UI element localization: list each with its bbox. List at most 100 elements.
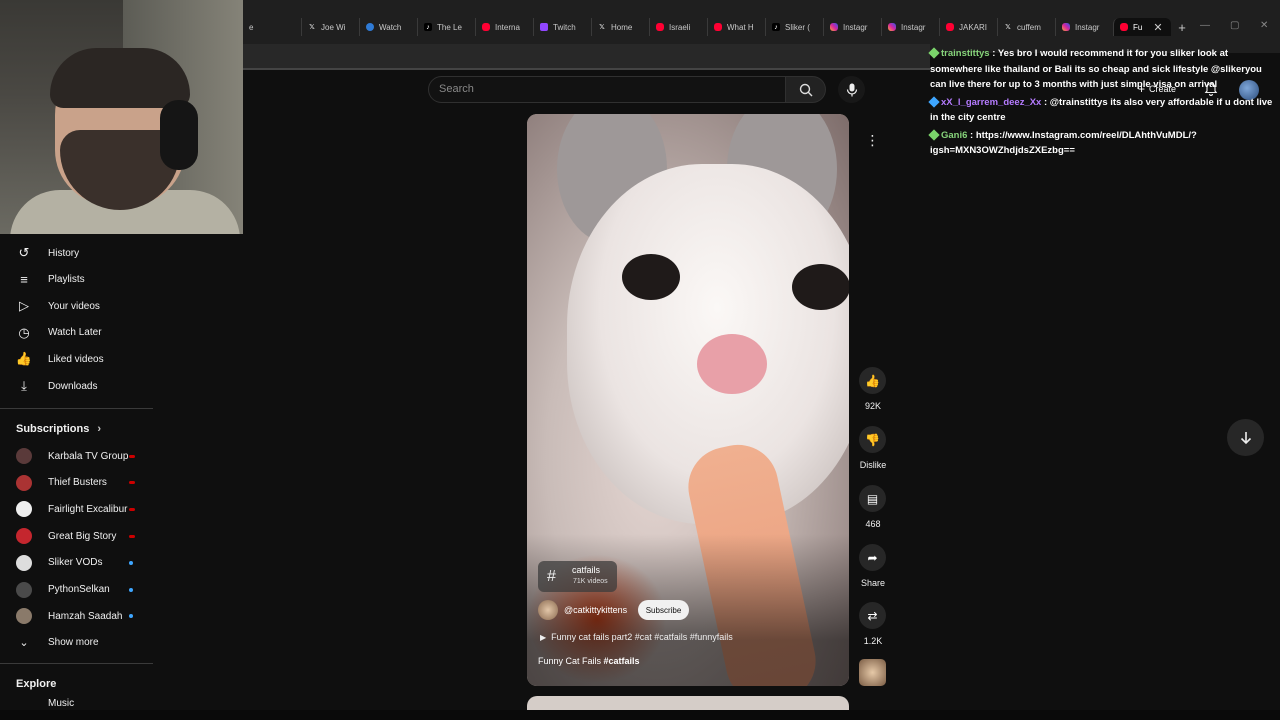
search-icon bbox=[799, 83, 812, 96]
tab-label: Joe Wi bbox=[321, 22, 346, 32]
browser-tab[interactable]: 𝕏 Joe Wi bbox=[301, 18, 359, 36]
new-content-dot bbox=[129, 587, 133, 592]
chevron-right-icon: › bbox=[97, 423, 102, 435]
shorts-video-player[interactable] bbox=[527, 114, 849, 686]
yt-favicon-icon bbox=[714, 23, 722, 31]
tab-label: Instagr bbox=[1075, 22, 1100, 32]
more-vert-icon: ⋮ bbox=[865, 132, 880, 148]
address-bar[interactable] bbox=[243, 44, 930, 70]
live-indicator bbox=[129, 454, 135, 458]
new-tab-button[interactable]: + bbox=[1171, 18, 1193, 36]
yt-favicon-icon bbox=[1120, 23, 1128, 31]
share-button[interactable]: ➦ bbox=[859, 544, 886, 571]
new-content-dot bbox=[129, 560, 133, 565]
browser-tab[interactable]: 𝕏 Home bbox=[591, 18, 649, 36]
tab-label: Instagr bbox=[843, 22, 868, 32]
minimize-icon[interactable]: — bbox=[1200, 20, 1210, 31]
subscribe-button[interactable]: Subscribe bbox=[638, 600, 689, 620]
hashtag-name: catfails bbox=[572, 565, 601, 575]
next-video-button[interactable] bbox=[1227, 419, 1264, 456]
browser-tab[interactable]: Instagr bbox=[1055, 18, 1113, 36]
more-options-button[interactable]: ⋮ bbox=[859, 127, 886, 154]
live-indicator bbox=[129, 507, 135, 511]
sidebar-item-history[interactable]: ↺ History bbox=[0, 240, 153, 266]
next-short-preview[interactable] bbox=[527, 696, 849, 710]
hashtag-icon: # bbox=[547, 568, 556, 585]
channel-name[interactable]: @catkittykittens bbox=[564, 605, 627, 615]
new-content-dot bbox=[129, 614, 133, 619]
browser-tab[interactable]: e bbox=[243, 18, 301, 36]
browser-tab[interactable]: Twitch bbox=[533, 18, 591, 36]
browser-tab[interactable]: JAKARI bbox=[939, 18, 997, 36]
sidebar-item-watch-later[interactable]: ◷ Watch Later bbox=[0, 320, 153, 346]
tab-label: Instagr bbox=[901, 22, 926, 32]
close-tab-icon[interactable]: ✕ bbox=[1153, 21, 1162, 34]
like-button[interactable]: 👍 bbox=[859, 367, 886, 394]
sidebar-item-downloads[interactable]: ⤓ Downloads bbox=[0, 373, 153, 399]
channel-avatar bbox=[16, 581, 32, 598]
subscription-item[interactable]: PythonSelkan bbox=[0, 577, 153, 603]
history-icon: ↺ bbox=[18, 245, 30, 260]
dislike-button[interactable]: 👎 bbox=[859, 426, 886, 453]
sidebar-item-your-videos[interactable]: ▷ Your videos bbox=[0, 293, 153, 319]
x-favicon-icon: 𝕏 bbox=[599, 24, 605, 31]
tab-label: Sliker ( bbox=[785, 22, 810, 32]
chat-badge-icon bbox=[928, 47, 940, 59]
chat-username: Gani6 bbox=[941, 129, 968, 141]
chat-message: xX_l_garrem_deez_Xx : @trainstittys its … bbox=[928, 95, 1280, 126]
tab-label: What H bbox=[727, 22, 754, 32]
chat-username: trainstittys bbox=[941, 48, 990, 59]
subscription-item[interactable]: Sliker VODs bbox=[0, 550, 153, 576]
browser-tab[interactable]: Fu ✕ bbox=[1113, 18, 1171, 36]
share-label: Share bbox=[860, 578, 886, 588]
comments-button[interactable]: ▤ bbox=[859, 485, 886, 512]
browser-tab[interactable]: Instagr bbox=[823, 18, 881, 36]
video-caption: Funny Cat Fails #catfails bbox=[538, 656, 640, 666]
subscription-item[interactable]: Karbala TV Group bbox=[0, 443, 153, 469]
channel-avatar bbox=[16, 554, 32, 571]
sidebar-item-liked-videos[interactable]: 👍 Liked videos bbox=[0, 346, 153, 372]
browser-tab[interactable]: ♪ Sliker ( bbox=[765, 18, 823, 36]
maximize-icon[interactable]: ▢ bbox=[1230, 20, 1239, 31]
tab-label: Fu bbox=[1133, 22, 1143, 32]
subscription-item[interactable]: Fairlight Excalibur bbox=[0, 496, 153, 522]
tw-favicon-icon bbox=[540, 23, 548, 31]
ig-favicon-icon bbox=[1062, 23, 1070, 31]
channel-avatar[interactable] bbox=[538, 600, 558, 620]
sidebar-item-music[interactable]: Music bbox=[0, 694, 153, 708]
play-icon: ▶ bbox=[540, 633, 547, 642]
browser-tab[interactable]: 𝕏cuffem bbox=[997, 18, 1055, 36]
browser-tab[interactable]: Instagr bbox=[881, 18, 939, 36]
caption-hashtag[interactable]: #catfails bbox=[604, 656, 640, 666]
voice-search-button[interactable] bbox=[838, 76, 865, 103]
search-button[interactable] bbox=[786, 76, 826, 103]
music-line[interactable]: ▶ Funny cat fails part2 #cat #catfails #f… bbox=[540, 632, 733, 642]
remix-icon: ⇄ bbox=[867, 608, 878, 623]
tt-favicon-icon: ♪ bbox=[772, 23, 780, 31]
close-window-icon[interactable]: ✕ bbox=[1260, 20, 1268, 31]
thumbs-up-icon: 👍 bbox=[15, 351, 33, 367]
sidebar-item-playlists[interactable]: ≡ Playlists bbox=[0, 267, 153, 293]
remix-button[interactable]: ⇄ bbox=[859, 602, 886, 629]
browser-tab[interactable]: ♪ The Le bbox=[417, 18, 475, 36]
subscription-item[interactable]: Great Big Story bbox=[0, 523, 153, 549]
comment-count: 468 bbox=[865, 519, 881, 529]
browser-tab[interactable]: What H bbox=[707, 18, 765, 36]
thumbs-down-icon: 👎 bbox=[865, 432, 880, 447]
browser-tab[interactable]: Israeli bbox=[649, 18, 707, 36]
arrow-down-icon bbox=[1240, 431, 1251, 444]
search-input[interactable] bbox=[428, 76, 786, 103]
microphone-icon bbox=[846, 83, 857, 96]
download-icon: ⤓ bbox=[21, 378, 27, 393]
tab-label: The Le bbox=[437, 22, 462, 32]
subscription-item[interactable]: Hamzah Saadah bbox=[0, 603, 153, 629]
sound-thumbnail[interactable] bbox=[859, 659, 886, 686]
show-more-button[interactable]: ⌄ Show more bbox=[0, 629, 153, 655]
webcam-overlay bbox=[0, 0, 243, 234]
explore-header: Explore bbox=[16, 678, 57, 690]
browser-tab[interactable]: Watch bbox=[359, 18, 417, 36]
stream-chat-overlay: trainstittys : Yes bro I would recommend… bbox=[928, 46, 1280, 161]
browser-tab[interactable]: Interna bbox=[475, 18, 533, 36]
subscription-item[interactable]: Thief Busters bbox=[0, 470, 153, 496]
subscriptions-header[interactable]: Subscriptions › bbox=[16, 423, 101, 435]
